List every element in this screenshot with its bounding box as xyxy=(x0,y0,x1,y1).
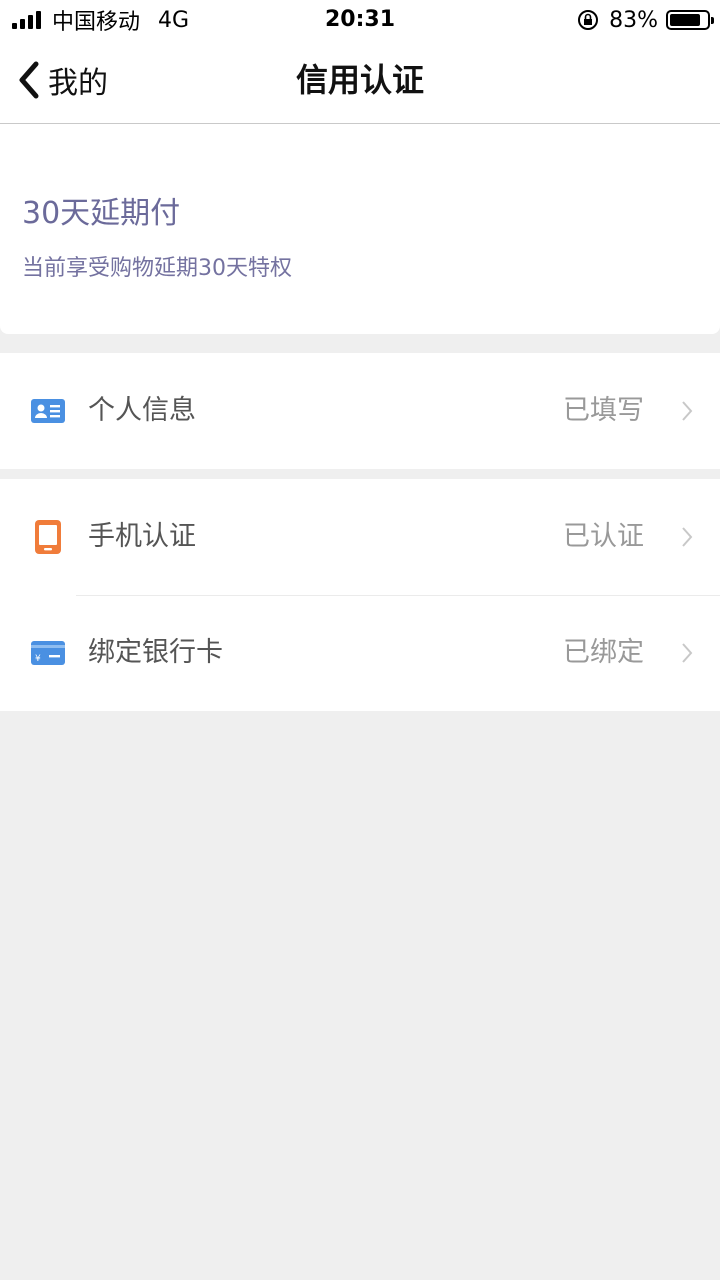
status-bar: 中国移动 4G 20:31 83% xyxy=(0,0,720,40)
rotation-lock-icon xyxy=(578,10,599,30)
phone-icon xyxy=(35,520,61,554)
battery-icon xyxy=(666,10,714,30)
credit-card: 30天延期付 当前享受购物延期30天特权 xyxy=(0,124,720,334)
page-title: 信用认证 xyxy=(295,61,424,99)
list-item-personal-info[interactable]: 个人信息 已填写 xyxy=(0,353,720,469)
item-label: 个人信息 xyxy=(88,395,196,426)
battery-percent: 83% xyxy=(609,7,658,33)
svg-text:¥: ¥ xyxy=(35,654,41,664)
item-label: 绑定银行卡 xyxy=(88,637,223,668)
item-status: 已认证 xyxy=(563,521,644,552)
verify-group: 手机认证 已认证 ¥ 绑定银行卡 已绑定 xyxy=(0,479,720,711)
battery-fill xyxy=(670,14,700,26)
info-group: 个人信息 已填写 xyxy=(0,353,720,469)
item-label: 手机认证 xyxy=(88,521,196,552)
nav-bar: 我的 信用认证 xyxy=(0,40,720,124)
chevron-right-icon xyxy=(682,527,693,547)
list-item-bank-card[interactable]: ¥ 绑定银行卡 已绑定 xyxy=(0,595,720,711)
item-status: 已绑定 xyxy=(563,637,644,668)
chevron-right-icon xyxy=(682,401,693,421)
credit-subtitle: 当前享受购物延期30天特权 xyxy=(22,256,292,281)
chevron-right-icon xyxy=(682,643,693,663)
id-card-icon xyxy=(31,399,65,423)
bank-card-icon: ¥ xyxy=(31,641,65,665)
list-item-phone-verify[interactable]: 手机认证 已认证 xyxy=(0,479,720,595)
credit-title: 30天延期付 xyxy=(22,196,181,231)
status-right: 83% xyxy=(577,6,714,34)
item-status: 已填写 xyxy=(563,395,644,426)
